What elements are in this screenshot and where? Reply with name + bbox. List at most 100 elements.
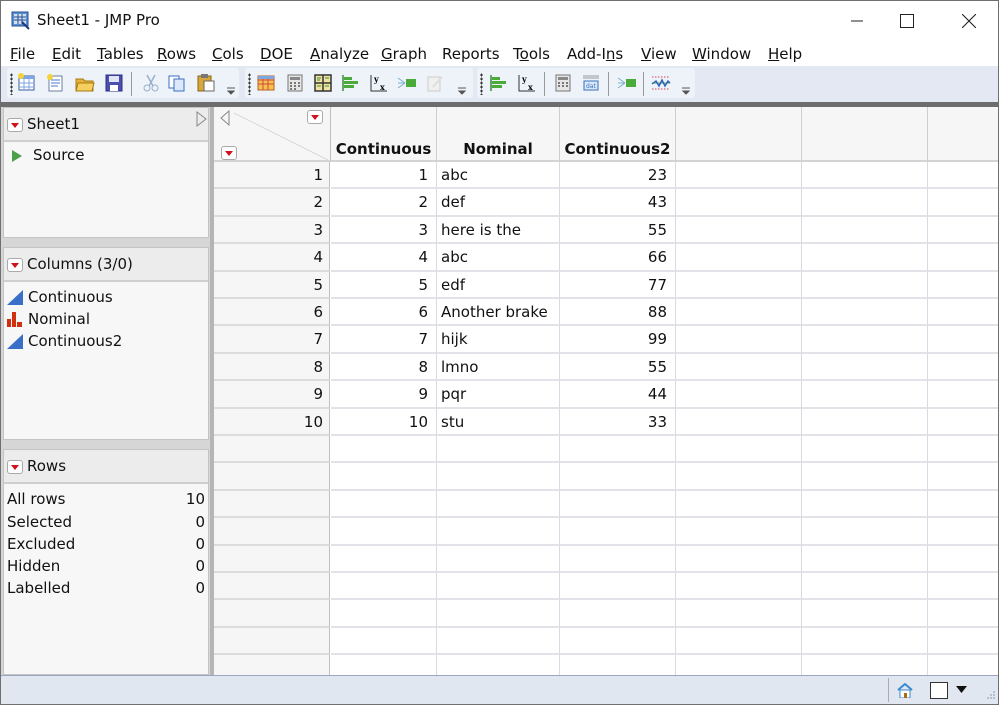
table-cell[interactable]: 7 bbox=[331, 326, 437, 354]
empty-cell[interactable] bbox=[560, 490, 676, 519]
empty-row-header[interactable] bbox=[214, 545, 330, 573]
table-cell[interactable]: def bbox=[437, 189, 560, 217]
empty-cell[interactable] bbox=[437, 545, 560, 573]
tabulate-icon[interactable] bbox=[553, 73, 573, 93]
empty-cell[interactable] bbox=[331, 463, 437, 491]
minimize-button[interactable] bbox=[829, 1, 885, 41]
empty-cell[interactable] bbox=[676, 655, 802, 675]
table-cell[interactable]: 23 bbox=[560, 162, 676, 190]
close-button[interactable] bbox=[941, 1, 997, 41]
empty-cell[interactable] bbox=[928, 491, 998, 519]
table-cell[interactable]: hijk bbox=[437, 326, 560, 354]
table-cell[interactable]: pqr bbox=[437, 381, 560, 409]
tabulate-icon[interactable] bbox=[285, 73, 305, 93]
columns-red-triangle-button[interactable] bbox=[307, 110, 323, 124]
empty-cell[interactable] bbox=[560, 463, 676, 491]
column-item[interactable]: Continuous2 bbox=[7, 332, 207, 352]
table-cell[interactable]: 88 bbox=[560, 299, 676, 327]
empty-cell[interactable] bbox=[437, 600, 560, 628]
empty-cell[interactable] bbox=[802, 216, 928, 245]
empty-cell[interactable] bbox=[676, 490, 802, 519]
empty-cell[interactable] bbox=[802, 627, 928, 656]
menu-analyze[interactable]: Analyze bbox=[310, 45, 369, 63]
empty-row-header[interactable] bbox=[214, 436, 330, 464]
empty-cell[interactable] bbox=[928, 600, 998, 628]
table-cell[interactable]: 6 bbox=[331, 299, 437, 327]
table-cell[interactable]: 5 bbox=[331, 271, 437, 299]
column-header[interactable]: Continuous bbox=[331, 107, 437, 162]
empty-row-header[interactable] bbox=[214, 490, 330, 519]
empty-column-header[interactable] bbox=[928, 107, 998, 162]
menu-tables[interactable]: Tables bbox=[97, 45, 144, 63]
table-cell[interactable]: 43 bbox=[560, 189, 676, 217]
row-number[interactable]: 3 bbox=[214, 216, 330, 245]
table-cell[interactable]: Another brake bbox=[437, 299, 560, 327]
empty-cell[interactable] bbox=[802, 162, 928, 190]
table-cell[interactable]: 55 bbox=[560, 216, 676, 245]
empty-cell[interactable] bbox=[331, 436, 437, 464]
empty-cell[interactable] bbox=[560, 627, 676, 656]
empty-cell[interactable] bbox=[676, 600, 802, 628]
table-red-triangle-button[interactable] bbox=[7, 118, 23, 132]
empty-cell[interactable] bbox=[802, 436, 928, 464]
table-cell[interactable]: 4 bbox=[331, 244, 437, 272]
empty-cell[interactable] bbox=[676, 326, 802, 354]
empty-cell[interactable] bbox=[676, 627, 802, 656]
cut-icon[interactable] bbox=[141, 73, 161, 93]
empty-cell[interactable] bbox=[928, 272, 998, 299]
menu-help[interactable]: Help bbox=[768, 45, 802, 63]
row-number[interactable]: 7 bbox=[214, 326, 330, 354]
empty-cell[interactable] bbox=[802, 299, 928, 327]
toolbar-grip[interactable] bbox=[480, 73, 483, 95]
empty-cell[interactable] bbox=[437, 436, 560, 464]
table-cell[interactable]: 2 bbox=[331, 189, 437, 217]
empty-column-header[interactable] bbox=[802, 107, 928, 162]
empty-cell[interactable] bbox=[928, 381, 998, 409]
table-cell[interactable]: 33 bbox=[560, 408, 676, 436]
paste-icon[interactable] bbox=[196, 73, 216, 93]
menu-doe[interactable]: DOE bbox=[260, 45, 293, 63]
fit-model-icon[interactable] bbox=[397, 73, 417, 93]
empty-cell[interactable] bbox=[560, 518, 676, 546]
empty-cell[interactable] bbox=[676, 518, 802, 546]
empty-cell[interactable] bbox=[560, 545, 676, 573]
toolbar-grip[interactable] bbox=[10, 73, 13, 95]
empty-cell[interactable] bbox=[676, 162, 802, 190]
empty-cell[interactable] bbox=[331, 545, 437, 573]
empty-cell[interactable] bbox=[676, 271, 802, 299]
fit-y-by-x-icon[interactable]: yx bbox=[517, 73, 537, 93]
empty-cell[interactable] bbox=[676, 545, 802, 573]
save-icon[interactable] bbox=[104, 73, 124, 93]
column-item[interactable]: Continuous bbox=[7, 288, 207, 308]
empty-cell[interactable] bbox=[928, 463, 998, 491]
empty-cell[interactable] bbox=[676, 408, 802, 436]
row-number[interactable]: 5 bbox=[214, 271, 330, 299]
toolbar-overflow-icon[interactable] bbox=[682, 87, 690, 95]
empty-cell[interactable] bbox=[676, 573, 802, 601]
distribution-icon[interactable] bbox=[341, 73, 361, 93]
table-cell[interactable]: here is the bbox=[437, 216, 560, 245]
row-number[interactable]: 4 bbox=[214, 244, 330, 272]
table-cell[interactable]: abc bbox=[437, 244, 560, 272]
empty-cell[interactable] bbox=[802, 545, 928, 573]
menu-rows[interactable]: Rows bbox=[157, 45, 196, 63]
empty-cell[interactable] bbox=[928, 244, 998, 272]
empty-cell[interactable] bbox=[802, 381, 928, 409]
data-view-icon[interactable]: dat bbox=[581, 73, 601, 93]
empty-row-header[interactable] bbox=[214, 627, 330, 656]
table-cell[interactable]: 1 bbox=[331, 162, 437, 190]
table-cell[interactable]: 9 bbox=[331, 381, 437, 409]
empty-cell[interactable] bbox=[928, 546, 998, 573]
empty-cell[interactable] bbox=[802, 518, 928, 546]
empty-cell[interactable] bbox=[802, 463, 928, 491]
empty-cell[interactable] bbox=[676, 353, 802, 382]
empty-cell[interactable] bbox=[676, 299, 802, 327]
empty-cell[interactable] bbox=[676, 436, 802, 464]
maximize-button[interactable] bbox=[879, 1, 935, 41]
menu-window[interactable]: Window bbox=[692, 45, 751, 63]
table-cell[interactable]: lmno bbox=[437, 353, 560, 382]
rows-red-triangle-button[interactable] bbox=[221, 146, 237, 160]
columns-red-triangle-button[interactable] bbox=[7, 258, 23, 272]
dropdown-arrow-icon[interactable] bbox=[956, 686, 967, 694]
empty-cell[interactable] bbox=[802, 573, 928, 601]
